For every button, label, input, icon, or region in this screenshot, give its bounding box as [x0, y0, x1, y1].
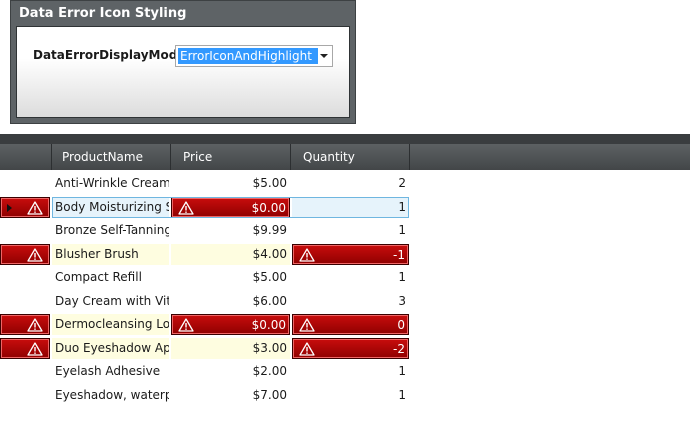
cell-price[interactable]: $6.00 — [171, 291, 290, 312]
cell-price[interactable]: $5.00 — [171, 173, 290, 194]
chevron-down-icon — [320, 54, 328, 58]
cell-price-value: $0.00 — [251, 200, 286, 215]
cell-quantity-value: 1 — [398, 270, 406, 284]
cell-quantity[interactable]: 2 — [292, 173, 409, 194]
cell-productname[interactable]: Duo Eyeshadow Appl — [52, 337, 169, 359]
cell-quantity[interactable]: 1 — [292, 220, 409, 241]
display-mode-dropdown[interactable]: ErrorIconAndHighlight — [175, 45, 333, 67]
cell-price-value: $0.00 — [251, 318, 286, 332]
warning-triangle-icon — [27, 200, 43, 215]
cell-quantity[interactable]: 1 — [292, 196, 409, 218]
cell-quantity[interactable]: 0 — [292, 314, 409, 335]
cell-productname[interactable]: Eyeshadow, waterpro — [52, 385, 169, 406]
row-indicator[interactable] — [0, 243, 50, 265]
column-header-productname[interactable]: ProductName — [50, 144, 171, 170]
row-indicator[interactable] — [0, 267, 50, 288]
cell-price[interactable]: $7.00 — [171, 385, 290, 406]
grid-header: ProductName Price Quantity — [0, 144, 690, 170]
display-mode-label: DataErrorDisplayMode: — [33, 48, 191, 62]
cell-productname[interactable]: Compact Refill — [52, 267, 169, 288]
cell-price-value: $5.00 — [252, 176, 287, 190]
cell-productname[interactable]: Bronze Self-Tanning I — [52, 220, 169, 241]
cell-price-value: $3.00 — [252, 340, 287, 355]
cell-productname[interactable]: Day Cream with Vitar — [52, 291, 169, 312]
settings-panel: Data Error Icon Styling DataErrorDisplay… — [10, 0, 356, 124]
cell-quantity-value: 1 — [398, 364, 406, 378]
cell-price[interactable]: $2.00 — [171, 361, 290, 382]
table-row[interactable]: Bronze Self-Tanning I $9.99 1 — [0, 219, 690, 243]
row-indicator[interactable] — [0, 337, 50, 359]
grid-rows: Anti-Wrinkle Cream $5.00 2 Body Moisturizin… — [0, 172, 690, 407]
table-row[interactable]: Anti-Wrinkle Cream $5.00 2 — [0, 172, 690, 196]
cell-productname[interactable]: Dermocleansing Lotic — [52, 314, 169, 335]
column-header-price[interactable]: Price — [171, 144, 291, 170]
cell-price-value: $2.00 — [252, 364, 287, 378]
cell-quantity-value: 0 — [397, 318, 405, 332]
warning-triangle-icon — [178, 200, 194, 215]
cell-quantity[interactable]: -2 — [292, 337, 409, 359]
table-row[interactable]: Duo Eyeshadow Appl $3.00 -2 — [0, 337, 690, 361]
cell-price[interactable]: $0.00 — [171, 314, 290, 335]
cell-price[interactable]: $4.00 — [171, 243, 290, 265]
row-indicator[interactable] — [0, 385, 50, 406]
row-indicator[interactable] — [0, 220, 50, 241]
cell-quantity[interactable]: 3 — [292, 291, 409, 312]
cell-price-value: $4.00 — [252, 246, 287, 261]
row-indicator[interactable] — [0, 173, 50, 194]
cell-quantity[interactable]: 1 — [292, 361, 409, 382]
warning-triangle-icon — [178, 318, 194, 332]
table-row[interactable]: Body Moisturizing Sp $0.00 1 — [0, 196, 690, 220]
cell-productname[interactable]: Blusher Brush — [52, 243, 169, 265]
table-row[interactable]: Day Cream with Vitar $6.00 3 — [0, 290, 690, 314]
cell-quantity-value: 1 — [398, 387, 406, 402]
cell-quantity[interactable]: 1 — [292, 267, 409, 288]
warning-triangle-icon — [299, 318, 315, 332]
table-row[interactable]: Eyelash Adhesive $2.00 1 — [0, 360, 690, 384]
row-indicator[interactable] — [0, 196, 50, 218]
panel-title: Data Error Icon Styling — [19, 6, 187, 21]
table-row[interactable]: Dermocleansing Lotic $0.00 0 — [0, 313, 690, 337]
row-indicator-header — [0, 144, 52, 170]
cell-productname[interactable]: Eyelash Adhesive — [52, 361, 169, 382]
row-indicator[interactable] — [0, 291, 50, 312]
cell-price-value: $7.00 — [252, 387, 287, 402]
cell-quantity-value: 1 — [398, 223, 406, 237]
row-indicator[interactable] — [0, 314, 50, 335]
row-indicator-arrow-icon — [7, 203, 12, 212]
table-row[interactable]: Eyeshadow, waterpro $7.00 1 — [0, 384, 690, 408]
grid-top-bar — [0, 134, 690, 144]
table-row[interactable]: Blusher Brush $4.00 -1 — [0, 243, 690, 267]
cell-quantity[interactable]: 1 — [292, 385, 409, 406]
cell-quantity-value: 3 — [398, 293, 406, 308]
cell-price[interactable]: $9.99 — [171, 220, 290, 241]
cell-price-value: $6.00 — [252, 293, 287, 308]
cell-price[interactable]: $3.00 — [171, 337, 290, 359]
warning-triangle-icon — [299, 341, 315, 356]
table-row[interactable]: Compact Refill $5.00 1 — [0, 266, 690, 290]
warning-triangle-icon — [27, 341, 43, 356]
cell-price[interactable]: $0.00 — [171, 196, 290, 218]
cell-quantity-value: -2 — [393, 341, 405, 356]
warning-triangle-icon — [299, 247, 315, 262]
warning-triangle-icon — [27, 318, 43, 332]
cell-price[interactable]: $5.00 — [171, 267, 290, 288]
cell-price-value: $9.99 — [252, 223, 287, 237]
column-header-quantity[interactable]: Quantity — [291, 144, 410, 170]
cell-quantity-value: 2 — [398, 176, 406, 190]
cell-productname[interactable]: Anti-Wrinkle Cream — [52, 173, 169, 194]
warning-triangle-icon — [27, 247, 43, 262]
cell-quantity-value: 1 — [398, 199, 406, 214]
panel-body: DataErrorDisplayMode: ErrorIconAndHighli… — [16, 26, 350, 118]
cell-price-value: $5.00 — [252, 270, 287, 284]
cell-quantity-value: -1 — [393, 247, 405, 262]
display-mode-selected-value: ErrorIconAndHighlight — [178, 48, 318, 64]
cell-productname[interactable]: Body Moisturizing Sp — [52, 196, 169, 218]
row-indicator[interactable] — [0, 361, 50, 382]
cell-quantity[interactable]: -1 — [292, 243, 409, 265]
